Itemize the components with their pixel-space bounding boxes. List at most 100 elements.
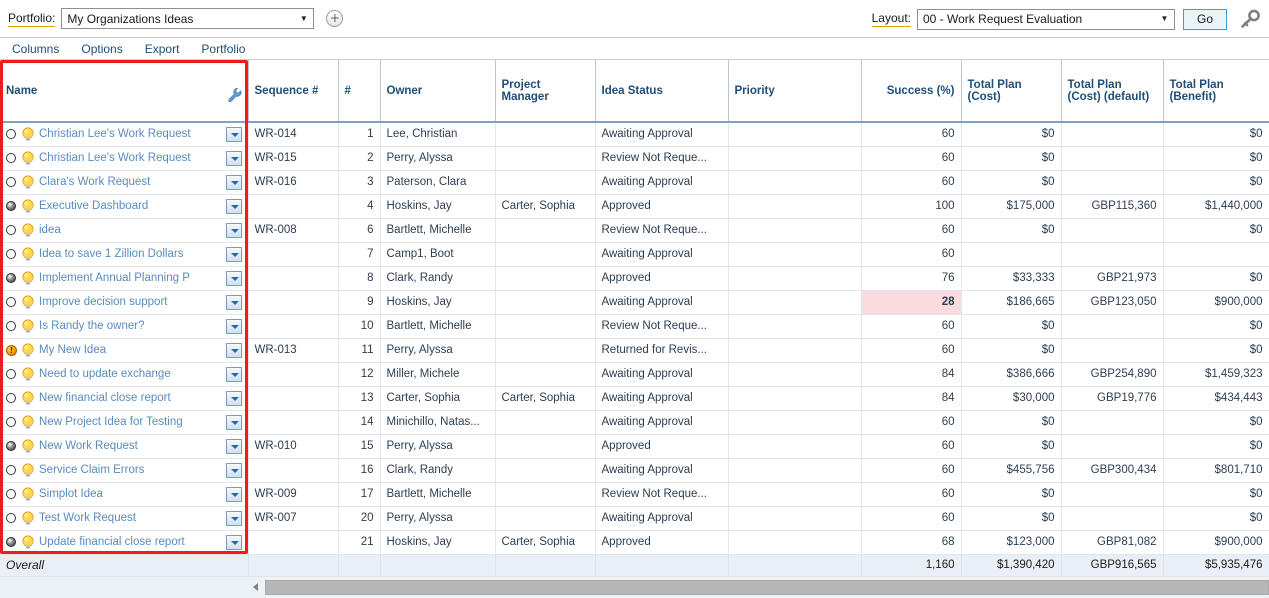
row-radio-button[interactable] <box>6 465 16 475</box>
cell-name[interactable]: Need to update exchange <box>0 362 249 387</box>
cell-sequence[interactable] <box>248 458 339 483</box>
column-header-sequence[interactable]: Sequence # <box>248 60 339 123</box>
row-radio-button[interactable] <box>6 129 16 140</box>
cell-sequence[interactable] <box>248 290 339 315</box>
column-header-total-plan-cost[interactable]: Total Plan (Cost) <box>961 60 1062 123</box>
go-button[interactable]: Go <box>1183 8 1227 30</box>
column-header-index[interactable]: # <box>338 60 381 123</box>
cell-project-manager[interactable] <box>495 434 596 459</box>
row-menu-button[interactable] <box>225 462 242 478</box>
cell-sequence[interactable]: WR-009 <box>248 482 339 507</box>
cell-sequence[interactable]: WR-007 <box>248 506 339 531</box>
row-menu-button[interactable] <box>225 414 242 430</box>
cell-owner[interactable]: Hoskins, Jay <box>380 194 496 219</box>
cell-owner[interactable]: Clark, Randy <box>380 266 496 291</box>
cell-owner[interactable]: Carter, Sophia <box>380 386 496 411</box>
cell-project-manager[interactable] <box>495 290 596 315</box>
cell-project-manager[interactable] <box>495 314 596 339</box>
cell-name[interactable]: New Work Request <box>0 434 249 459</box>
table-row[interactable]: Need to update exchange 12 Miller, Michele… <box>0 362 1269 387</box>
row-radio-button[interactable] <box>6 393 16 403</box>
cell-name[interactable]: ! My New Idea <box>0 338 249 363</box>
row-name-link[interactable]: Service Claim Errors <box>39 464 224 476</box>
table-row[interactable]: Christian Lee's Work Request WR-015 2 Perry… <box>0 146 1269 171</box>
row-menu-button[interactable] <box>225 390 242 406</box>
column-header-project-manager[interactable]: Project Manager <box>495 60 596 123</box>
table-row[interactable]: Update financial close report 21 Hoskins, … <box>0 530 1269 555</box>
row-name-link[interactable]: Is Randy the owner? <box>39 320 224 332</box>
cell-project-manager[interactable] <box>495 410 596 435</box>
row-menu-button[interactable] <box>225 510 242 526</box>
row-menu-button[interactable] <box>225 246 242 262</box>
cell-sequence[interactable] <box>248 314 339 339</box>
cell-owner[interactable]: Perry, Alyssa <box>380 434 496 459</box>
row-name-link[interactable]: Christian Lee's Work Request <box>39 128 224 140</box>
cell-sequence[interactable] <box>248 362 339 387</box>
row-menu-button[interactable] <box>225 318 242 334</box>
row-name-link[interactable]: Need to update exchange <box>39 368 224 380</box>
cell-project-manager[interactable] <box>495 122 596 147</box>
column-header-success[interactable]: Success (%) <box>861 60 962 123</box>
horizontal-scrollbar[interactable] <box>0 575 1269 598</box>
table-row[interactable]: Test Work Request WR-007 20 Perry, Alyssa Aw… <box>0 506 1269 531</box>
row-name-link[interactable]: Clara's Work Request <box>39 176 224 188</box>
row-radio-button[interactable] <box>6 489 16 499</box>
cell-owner[interactable]: Perry, Alyssa <box>380 338 496 363</box>
table-row[interactable]: New financial close report 13 Carter, Soph… <box>0 386 1269 411</box>
column-header-priority[interactable]: Priority <box>728 60 862 123</box>
column-header-name[interactable]: Name <box>0 60 249 123</box>
row-name-link[interactable]: New Project Idea for Testing <box>39 416 224 428</box>
cell-project-manager[interactable] <box>495 362 596 387</box>
row-menu-button[interactable] <box>225 150 242 166</box>
row-radio-button[interactable] <box>6 249 16 259</box>
table-row[interactable]: Service Claim Errors 16 Clark, Randy Awaiti… <box>0 458 1269 483</box>
row-radio-button[interactable] <box>6 417 16 427</box>
table-row[interactable]: Clara's Work Request WR-016 3 Paterson, Cla… <box>0 170 1269 195</box>
cell-project-manager[interactable] <box>495 146 596 171</box>
row-name-link[interactable]: Idea to save 1 Zillion Dollars <box>39 248 224 260</box>
menu-item-export[interactable]: Export <box>145 42 180 56</box>
cell-name[interactable]: New Project Idea for Testing <box>0 410 249 435</box>
scroll-left-arrow-icon[interactable] <box>248 579 265 595</box>
cell-project-manager[interactable] <box>495 458 596 483</box>
row-name-link[interactable]: Executive Dashboard <box>39 200 224 212</box>
cell-name[interactable]: Improve decision support <box>0 290 249 315</box>
portfolio-select[interactable]: My Organizations Ideas ▼ <box>61 8 315 29</box>
plus-circle-icon[interactable]: + <box>326 10 344 27</box>
cell-project-manager[interactable] <box>495 170 596 195</box>
row-menu-button[interactable] <box>225 270 242 286</box>
row-name-link[interactable]: Test Work Request <box>39 512 224 524</box>
table-row[interactable]: Christian Lee's Work Request WR-014 1 Lee, … <box>0 122 1269 147</box>
cell-sequence[interactable] <box>248 266 339 291</box>
cell-name[interactable]: Idea to save 1 Zillion Dollars <box>0 242 249 267</box>
cell-sequence[interactable]: WR-016 <box>248 170 339 195</box>
row-menu-button[interactable] <box>225 366 242 382</box>
row-menu-button[interactable] <box>225 126 242 142</box>
cell-project-manager[interactable] <box>495 482 596 507</box>
cell-sequence[interactable] <box>248 386 339 411</box>
menu-item-portfolio[interactable]: Portfolio <box>201 42 245 56</box>
cell-project-manager[interactable]: Carter, Sophia <box>495 386 596 411</box>
row-menu-button[interactable] <box>225 534 242 550</box>
row-menu-button[interactable] <box>225 294 242 310</box>
cell-sequence[interactable] <box>248 530 339 555</box>
cell-owner[interactable]: Perry, Alyssa <box>380 146 496 171</box>
cell-name[interactable]: Update financial close report <box>0 530 249 555</box>
cell-name[interactable]: idea <box>0 218 249 243</box>
cell-project-manager[interactable] <box>495 266 596 291</box>
cell-sequence[interactable]: WR-013 <box>248 338 339 363</box>
row-radio-button[interactable] <box>6 321 16 331</box>
row-name-link[interactable]: Improve decision support <box>39 296 224 308</box>
row-radio-button[interactable] <box>6 153 16 163</box>
cell-sequence[interactable]: WR-014 <box>248 122 339 147</box>
layout-select[interactable]: 00 - Work Request Evaluation ▼ <box>917 8 1175 30</box>
cell-owner[interactable]: Minichillo, Natas... <box>380 410 496 435</box>
table-row[interactable]: Improve decision support 9 Hoskins, Jay Awa… <box>0 289 1269 315</box>
cell-sequence[interactable] <box>248 194 339 219</box>
column-header-total-plan-cost-default[interactable]: Total Plan (Cost) (default) <box>1061 60 1164 123</box>
table-row[interactable]: idea WR-008 6 Bartlett, Michelle Review Not … <box>0 218 1269 243</box>
cell-name[interactable]: Is Randy the owner? <box>0 314 249 339</box>
cell-project-manager[interactable] <box>495 338 596 363</box>
menu-item-options[interactable]: Options <box>81 42 122 56</box>
table-row[interactable]: Implement Annual Planning P 8 Clark, Randy… <box>0 266 1269 291</box>
